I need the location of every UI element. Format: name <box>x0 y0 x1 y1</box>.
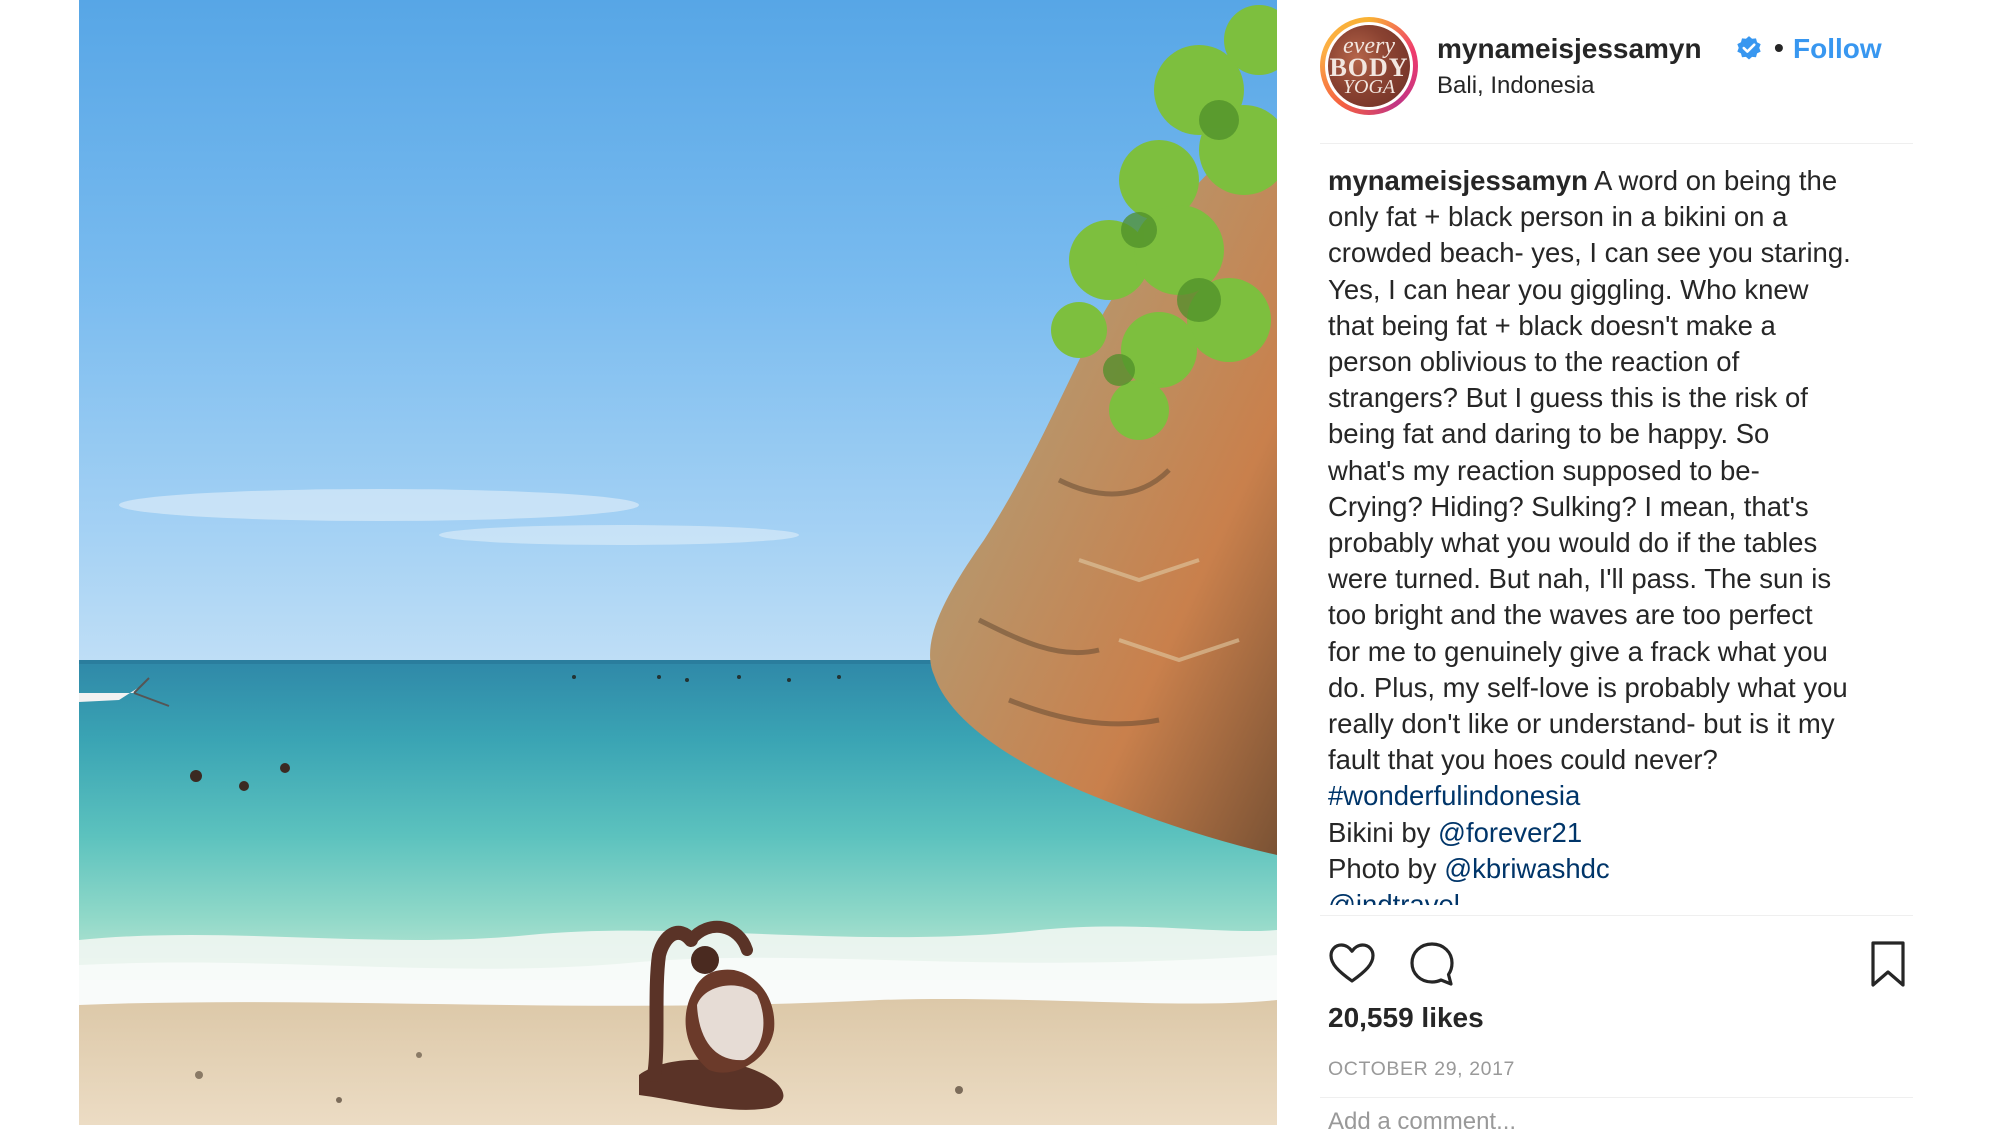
post-side-panel: every BODY YOGA mynameisjessamyn • Follo… <box>1320 0 1914 1135</box>
caption-first-line: mynameisjessamyn A word on being the <box>1328 163 1913 199</box>
beach-photo-illustration <box>79 5 1277 1125</box>
post-date: OCTOBER 29, 2017 <box>1328 1058 1515 1080</box>
caption-line: only fat + black person in a bikini on a <box>1328 201 1788 233</box>
caption-line: being fat and daring to be happy. So <box>1328 418 1770 450</box>
caption-line: really don't like or understand- but is … <box>1328 708 1835 740</box>
indtravel-mention-link[interactable]: @indtravel <box>1328 887 1913 905</box>
bikini-credit: Bikini by @forever21 <box>1328 815 1913 851</box>
caption-line: were turned. But nah, I'll pass. The sun… <box>1328 563 1832 595</box>
comment-icon[interactable] <box>1408 940 1456 988</box>
avatar-logo-line3: YOGA <box>1342 75 1396 98</box>
header-divider <box>1320 143 1913 144</box>
separator-dot: • <box>1774 32 1784 63</box>
caption-line: probably what you would do if the tables <box>1328 527 1818 559</box>
hashtag-link[interactable]: #wonderfulindonesia <box>1328 778 1913 814</box>
forever21-mention-link[interactable]: @forever21 <box>1438 817 1582 848</box>
caption-divider <box>1320 915 1913 916</box>
caption-line: too bright and the waves are too perfect <box>1328 599 1813 631</box>
caption-line: crowded beach- yes, I can see you starin… <box>1328 237 1851 269</box>
caption-line: person oblivious to the reaction of <box>1328 346 1740 378</box>
avatar[interactable]: every BODY YOGA <box>1320 17 1418 115</box>
caption: mynameisjessamyn A word on being the onl… <box>1328 163 1913 905</box>
post-header: every BODY YOGA mynameisjessamyn • Follo… <box>1320 17 1914 117</box>
caption-line: Yes, I can hear you giggling. Who knew <box>1328 273 1809 305</box>
comment-input[interactable]: Add a comment... <box>1328 1108 1516 1136</box>
caption-line: that being fat + black doesn't make a <box>1328 309 1776 341</box>
caption-line: do. Plus, my self-love is probably what … <box>1328 671 1848 703</box>
caption-text: A word on being the <box>1587 165 1838 196</box>
avatar-image: every BODY YOGA <box>1325 22 1413 110</box>
likes-count[interactable]: 20,559 likes <box>1328 1002 1484 1034</box>
bookmark-icon[interactable] <box>1864 940 1912 988</box>
caption-username-link[interactable]: mynameisjessamyn <box>1328 165 1588 196</box>
caption-line: what's my reaction supposed to be- <box>1328 454 1760 486</box>
caption-line: fault that you hoes could never? <box>1328 744 1718 776</box>
bikini-credit-label: Bikini by <box>1328 816 1439 848</box>
verified-badge-icon <box>1737 36 1761 60</box>
header-username-link[interactable]: mynameisjessamyn <box>1437 33 1702 65</box>
action-bar <box>1328 940 1913 990</box>
caption-line: Crying? Hiding? Sulking? I mean, that's <box>1328 490 1809 522</box>
photo-credit-label: Photo by <box>1328 852 1445 884</box>
location-link[interactable]: Bali, Indonesia <box>1437 72 1594 100</box>
photo-credit: Photo by @kbriwashdc <box>1328 851 1913 887</box>
comment-divider <box>1320 1097 1913 1098</box>
follow-button[interactable]: Follow <box>1793 33 1882 65</box>
post-photo[interactable] <box>79 0 1277 1125</box>
caption-line: for me to genuinely give a frack what yo… <box>1328 635 1828 667</box>
avatar-logo: every BODY YOGA <box>1328 25 1410 107</box>
heart-icon[interactable] <box>1328 940 1376 988</box>
caption-line: strangers? But I guess this is the risk … <box>1328 382 1808 414</box>
kbriwashdc-mention-link[interactable]: @kbriwashdc <box>1444 853 1609 884</box>
